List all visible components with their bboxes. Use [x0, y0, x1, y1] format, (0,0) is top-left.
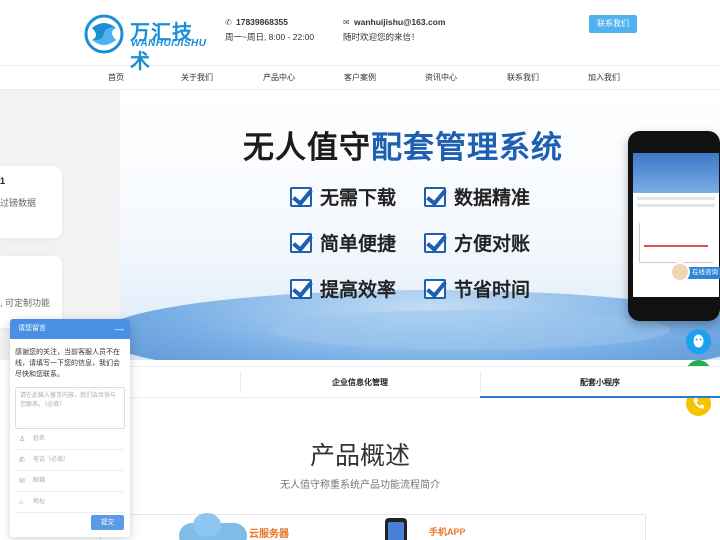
hero-title-main: 无人值守	[243, 130, 371, 165]
nav-item-about[interactable]: 关于我们	[181, 72, 213, 83]
address-field-placeholder: 地址	[33, 499, 46, 505]
flow-cloud-label: 云服务器	[249, 529, 289, 540]
user-icon: ♙	[19, 436, 26, 443]
nav-item-join[interactable]: 加入我们	[588, 72, 620, 83]
mail-icon: ✉	[19, 478, 25, 485]
side-card-2[interactable]: , 可定制功能	[0, 256, 62, 328]
logo-mark-icon	[84, 14, 124, 54]
nav-item-contact[interactable]: 联系我们	[507, 72, 539, 83]
service-hours: 周一~周日, 8:00 - 22:00	[225, 32, 315, 42]
feature-label: 数据精准	[454, 188, 531, 209]
side-card-1-title: 1	[0, 176, 6, 186]
online-consult-label: 在线咨询	[686, 267, 720, 279]
message-textarea[interactable]: 请在此输入留言内容，我们会尽快与您联系。（必填）	[15, 387, 125, 429]
feature-item: 提高效率	[290, 275, 397, 301]
check-icon	[290, 279, 312, 299]
logo-text-en: WANHUIJISHU	[131, 38, 207, 49]
name-field-placeholder: 姓名	[33, 436, 46, 442]
phone-field[interactable]: ✆ 电话（必填）	[15, 450, 125, 471]
nav-item-products[interactable]: 产品中心	[263, 72, 295, 83]
flow-app-label: 手机APP	[429, 527, 466, 537]
check-icon	[424, 233, 446, 253]
email-contact: ✉ wanhuijishu@163.com 随时欢迎您的来信！	[343, 15, 445, 45]
check-icon	[424, 187, 446, 207]
phone-icon: ✆	[19, 457, 25, 464]
feature-item: 无需下载	[290, 183, 397, 209]
agent-avatar	[670, 262, 690, 282]
email-field[interactable]: ✉ 邮箱	[15, 471, 125, 492]
feature-label: 方便对账	[454, 234, 531, 255]
phone-contact: ✆ 17839868355 周一~周日, 8:00 - 22:00	[225, 15, 314, 45]
page: 万汇技术 WANHUIJISHU ✆ 17839868355 周一~周日, 8:0…	[0, 0, 720, 540]
phone-mockup	[628, 131, 720, 321]
side-card-1-desc: 过磅数据	[0, 198, 37, 208]
mobile-app-icon	[385, 518, 407, 540]
location-icon: ⌂	[19, 499, 24, 506]
feature-item: 简单便捷	[290, 229, 397, 255]
nav-item-cases[interactable]: 客户案例	[344, 72, 376, 83]
name-field[interactable]: ♙ 姓名	[15, 429, 125, 450]
minimize-icon[interactable]: —	[115, 319, 124, 339]
flow-diagram: 云服务器 手机APP	[100, 513, 646, 540]
mail-icon: ✉	[343, 18, 350, 27]
check-icon	[290, 187, 312, 207]
email-field-placeholder: 邮箱	[33, 478, 46, 484]
nav-item-home[interactable]: 首页	[108, 72, 124, 83]
address-field[interactable]: ⌂ 地址	[15, 492, 125, 513]
phone-screen-line	[637, 204, 715, 207]
side-card-1[interactable]: 1 过磅数据	[0, 166, 62, 238]
phone-screen-header	[633, 153, 719, 193]
phone-number[interactable]: 17839868355	[236, 17, 288, 27]
feature-label: 节省时间	[454, 280, 531, 301]
side-card-2-desc: , 可定制功能	[0, 298, 51, 308]
check-icon	[290, 233, 312, 253]
feature-item: 节省时间	[424, 275, 531, 301]
hero-title: 无人值守配套管理系统	[243, 122, 563, 167]
main-nav: 首页 关于我们 产品中心 客户案例 资讯中心 联系我们 加入我们	[0, 66, 720, 90]
check-icon	[424, 279, 446, 299]
hero-title-accent: 配套管理系统	[371, 130, 563, 165]
feature-item: 方便对账	[424, 229, 531, 255]
submit-button[interactable]: 提交	[91, 515, 124, 530]
chat-header[interactable]: 请您留言 —	[10, 319, 130, 339]
chat-title: 请您留言	[18, 325, 46, 332]
feature-label: 简单便捷	[320, 234, 397, 255]
chat-message: 感谢您的关注，当前客服人员不在线，请填写一下您的信息，我们会尽快和您联系。	[15, 349, 120, 378]
phone-icon: ✆	[225, 18, 232, 27]
feature-item: 数据精准	[424, 183, 531, 209]
product-tabs: 企业信息化管理 配套小程序	[120, 366, 720, 398]
tab-mini-program[interactable]: 配套小程序	[480, 367, 720, 398]
logo[interactable]: 万汇技术 WANHUIJISHU	[84, 13, 207, 73]
site-header: 万汇技术 WANHUIJISHU ✆ 17839868355 周一~周日, 8:0…	[0, 0, 720, 73]
phone-field-placeholder: 电话（必填）	[33, 457, 70, 463]
hero-wave-highlight	[270, 310, 670, 350]
leave-message-widget: 请您留言 — 感谢您的关注，当前客服人员不在线，请填写一下您的信息，我们会尽快和…	[10, 319, 130, 537]
feature-label: 无需下载	[320, 188, 397, 209]
cloud-server-icon	[179, 513, 247, 540]
contact-us-button[interactable]: 联系我们	[589, 15, 637, 33]
phone-screen-line	[637, 197, 715, 200]
phone-screen-chart	[639, 223, 713, 263]
online-consult[interactable]: 在线咨询	[668, 262, 720, 284]
feature-label: 提高效率	[320, 280, 397, 301]
tab-enterprise[interactable]: 企业信息化管理	[240, 367, 480, 398]
qq-icon[interactable]	[686, 329, 711, 354]
email-address[interactable]: wanhuijishu@163.com	[354, 17, 445, 27]
nav-item-news[interactable]: 资讯中心	[425, 72, 457, 83]
email-note: 随时欢迎您的来信！	[343, 32, 420, 42]
